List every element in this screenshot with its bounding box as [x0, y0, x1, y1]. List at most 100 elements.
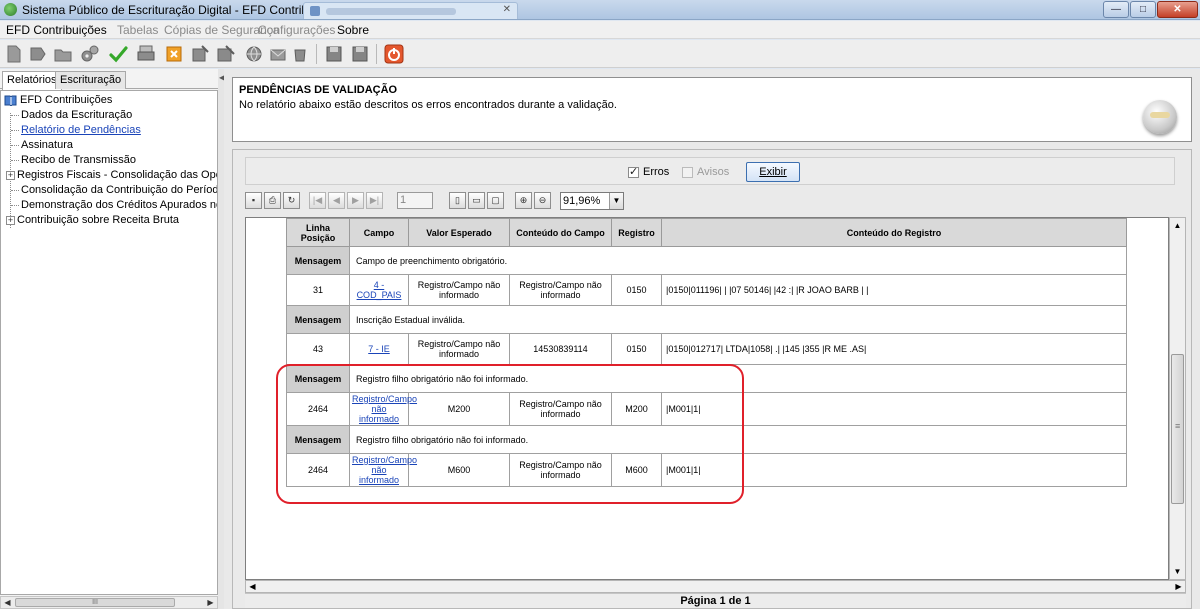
page-width-icon[interactable]: ▭	[468, 192, 485, 209]
tree-horizontal-scrollbar[interactable]: ◀ III ▶	[0, 596, 218, 609]
tree-item-label: Dados da Escrituração	[21, 109, 133, 121]
menu-tabelas[interactable]: Tabelas	[117, 23, 158, 37]
report-horizontal-scrollbar[interactable]: ◀ ▶	[245, 580, 1186, 593]
cell-registro: 0150	[611, 333, 662, 365]
column-header: Conteúdo do Campo	[509, 218, 612, 247]
expand-plus-icon[interactable]: +	[6, 170, 15, 180]
message-row: Mensagem Inscrição Estadual inválida.	[286, 305, 1127, 334]
filter-bar: ✓ Erros Avisos Exibir	[245, 157, 1175, 185]
tab-relatorios[interactable]: Relatórios	[2, 71, 62, 90]
taskbar-tab[interactable]: ✕	[303, 2, 518, 19]
title-bar: Sistema Público de Escrituração Digital …	[0, 0, 1200, 20]
table-header-row: Linha Posição Campo Valor Esperado Conte…	[286, 218, 1127, 247]
viewer-toolbar: ▪ ⎙ ↻ |◀ ◀ ▶ ▶| 1 ▯ ▭ ▢ ⊕ ⊖ 91,96% ▼	[245, 192, 1185, 212]
cell-valor-esperado: Registro/Campo não informado	[408, 333, 510, 365]
new-file-icon[interactable]	[4, 44, 24, 64]
menu-efd-contribuicoes[interactable]: EFD Contribuições	[6, 23, 107, 37]
print-icon[interactable]	[136, 44, 156, 64]
cell-registro: 0150	[611, 274, 662, 306]
email-icon[interactable]	[268, 44, 288, 64]
tree-item-contribuicao-receita-bruta[interactable]: + Contribuição sobre Receita Bruta	[6, 213, 179, 228]
page-description: No relatório abaixo estão descritos os e…	[239, 99, 617, 111]
cell-conteudo-campo: Registro/Campo não informado	[509, 274, 612, 306]
tree-item-recibo-transmissao[interactable]: Recibo de Transmissão	[11, 153, 136, 168]
tab-escrituracao[interactable]: Escrituração	[55, 71, 127, 89]
campo-link[interactable]: 7 - IE	[368, 344, 390, 354]
tree-item-relatorio-pendencias[interactable]: Relatório de Pendências	[11, 123, 141, 138]
table-row: 31 4 - COD_PAIS Registro/Campo não infor…	[286, 274, 1127, 306]
zoom-in-icon[interactable]: ⊕	[515, 192, 532, 209]
maximize-button[interactable]: □	[1130, 1, 1156, 18]
settings-gears-icon[interactable]	[80, 44, 100, 64]
tree-item-label: Consolidação da Contribuição do Período	[21, 184, 218, 196]
minimize-button[interactable]: —	[1103, 1, 1129, 18]
window-title: Sistema Público de Escrituração Digital …	[22, 3, 343, 17]
scroll-up-icon[interactable]: ▲	[1170, 218, 1185, 233]
save-icon[interactable]	[324, 44, 344, 64]
validate-check-icon[interactable]	[108, 44, 128, 64]
report-document: Linha Posição Campo Valor Esperado Conte…	[245, 217, 1169, 580]
scroll-right-icon[interactable]: ▶	[204, 597, 217, 608]
table-row: 43 7 - IE Registro/Campo não informado 1…	[286, 333, 1127, 365]
tree-root-label: EFD Contribuições	[20, 94, 113, 106]
last-page-icon[interactable]: ▶|	[366, 192, 383, 209]
print-report-icon[interactable]: ⎙	[264, 192, 281, 209]
scroll-left-icon[interactable]: ◀	[1, 597, 14, 608]
tree-item-assinatura[interactable]: Assinatura	[11, 138, 73, 153]
previous-page-icon[interactable]: ◀	[328, 192, 345, 209]
power-exit-icon[interactable]	[384, 44, 404, 64]
scroll-thumb[interactable]	[1171, 354, 1184, 504]
left-panel: Relatórios Escrituração EFD Contribuiçõe…	[0, 69, 218, 609]
exibir-button-label: Exibir	[759, 166, 787, 178]
tree-item-consolidacao-contribuicao[interactable]: Consolidação da Contribuição do Período	[11, 183, 218, 198]
campo-link[interactable]: 4 - COD_PAIS	[357, 280, 402, 300]
scroll-left-icon[interactable]: ◀	[246, 581, 259, 592]
menu-sobre[interactable]: Sobre	[337, 23, 369, 37]
avisos-checkbox[interactable]	[682, 167, 693, 178]
close-button[interactable]: ✕	[1157, 1, 1198, 18]
tree-item-demonstracao-creditos[interactable]: Demonstração dos Créditos Apurados no Pe…	[11, 198, 217, 213]
toolbar-separator	[316, 44, 317, 64]
refresh-icon[interactable]: ↻	[283, 192, 300, 209]
zoom-out-icon[interactable]: ⊖	[534, 192, 551, 209]
scroll-down-icon[interactable]: ▼	[1170, 564, 1185, 579]
next-page-icon[interactable]: ▶	[347, 192, 364, 209]
tree-item-dados-escrituracao[interactable]: Dados da Escrituração	[11, 108, 132, 123]
cell-campo: 4 - COD_PAIS	[349, 274, 409, 306]
page-number-input[interactable]: 1	[397, 192, 433, 209]
zoom-select[interactable]: 91,96% ▼	[560, 192, 624, 210]
cell-conteudo-registro: |0150|012717| LTDA|1058| .| |145 |355 |R…	[661, 333, 1127, 365]
column-header: Registro	[611, 218, 662, 247]
globe-icon[interactable]	[244, 44, 264, 64]
menu-bar: EFD Contribuições Tabelas Cópias de Segu…	[0, 21, 1200, 39]
chevron-down-icon[interactable]: ▼	[609, 193, 623, 209]
open-folder-icon[interactable]	[53, 44, 73, 64]
first-page-icon[interactable]: |◀	[309, 192, 326, 209]
transmit-icon[interactable]	[190, 44, 210, 64]
tree-item-registros-fiscais[interactable]: + Registros Fiscais - Consolidação das Op…	[6, 168, 217, 183]
save-as-icon[interactable]	[350, 44, 370, 64]
menu-configuracoes[interactable]: Configurações	[258, 23, 335, 37]
exibir-button[interactable]: Exibir	[746, 162, 800, 182]
report-panel: PENDÊNCIAS DE VALIDAÇÃO No relatório aba…	[224, 69, 1200, 609]
report-vertical-scrollbar[interactable]: ▲ ▼	[1169, 217, 1186, 580]
message-row: Mensagem Campo de preenchimento obrigató…	[286, 246, 1127, 275]
cell-linha: 31	[286, 274, 350, 306]
tab-close-icon[interactable]: ✕	[503, 4, 511, 15]
bucket-icon[interactable]	[290, 44, 310, 64]
tree-item-label: Registros Fiscais - Consolidação das Ope…	[17, 169, 217, 181]
page-layout-icon[interactable]: ▯	[449, 192, 466, 209]
export-save-icon[interactable]: ▪	[245, 192, 262, 209]
scroll-thumb[interactable]: III	[15, 598, 175, 607]
scroll-right-icon[interactable]: ▶	[1172, 581, 1185, 592]
highlight-annotation	[276, 364, 744, 504]
tree-root[interactable]: EFD Contribuições	[4, 93, 112, 108]
erros-checkbox[interactable]: ✓	[628, 167, 639, 178]
tree-item-label: Recibo de Transmissão	[21, 154, 136, 166]
cancel-icon[interactable]	[164, 44, 184, 64]
expand-plus-icon[interactable]: +	[6, 215, 15, 225]
import-icon[interactable]	[28, 44, 48, 64]
sign-icon[interactable]	[216, 44, 236, 64]
whole-page-icon[interactable]: ▢	[487, 192, 504, 209]
message-text: Inscrição Estadual inválida.	[349, 305, 1127, 334]
